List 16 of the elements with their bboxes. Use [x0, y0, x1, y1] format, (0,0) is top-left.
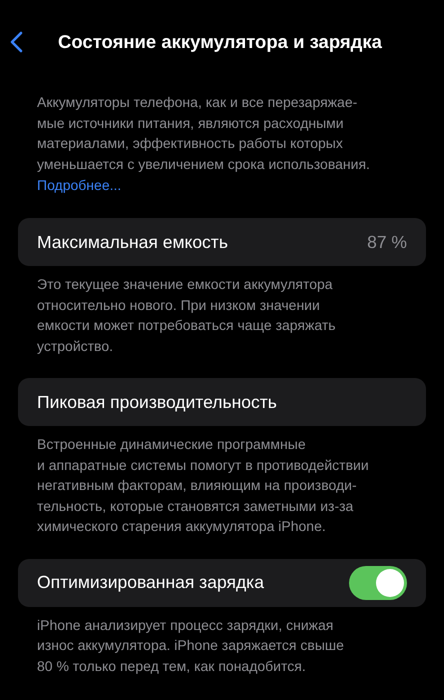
section-footer-text: Это текущее значение емкости аккумулятора относительно нового. При низком значении емкости может потребоваться чаще заряжать устройство.: [36, 275, 337, 356]
row-label: Максимальная емкость: [37, 230, 228, 254]
row-value: 87 %: [367, 230, 407, 254]
learn-more-link[interactable]: Подробнее...: [37, 177, 122, 193]
row-label: Оптимизированная зарядка: [37, 571, 264, 594]
section-footer-text: Встроенные динамические программные и аппаратные системы помогут в противодействии негативным факторам, влияющим на производи- тельность, которые становятся заметными из-за химического старения аккумулятора iPhone.: [36, 435, 370, 536]
toggle-switch[interactable]: [349, 566, 407, 600]
intro-text: Аккумуляторы телефона, как и все перезаряжае- мые источники питания, являются расходными материалами, эффективность работы которых уменьшается с увеличением срока использования.: [37, 93, 371, 174]
page-title: Состояние аккумулятора и зарядка: [58, 30, 382, 54]
toggle-knob: [376, 568, 404, 596]
back-chevron-icon: [10, 31, 23, 53]
back-button[interactable]: [10, 30, 24, 54]
settings-row[interactable]: Максимальная емкость 87 %: [18, 218, 426, 266]
settings-row[interactable]: Пиковая производительность: [18, 378, 426, 426]
section-footer-text: iPhone анализирует процесс зарядки, снижая износ аккумулятора. iPhone заряжается свыше 80 % только перед тем, как понадобится.: [36, 616, 345, 676]
row-label: Пиковая производительность: [37, 390, 277, 414]
